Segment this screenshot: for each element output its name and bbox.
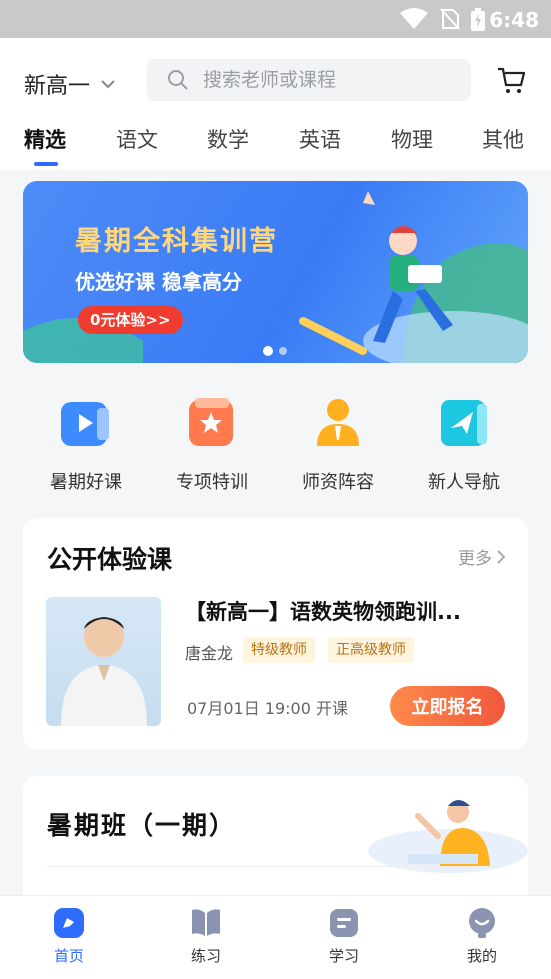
status-time: 6:48 [489,8,539,32]
grade-selector[interactable]: 新高一 [24,68,116,100]
tab-chinese[interactable]: 语文 [116,124,158,154]
tabbar-label: 学习 [328,947,359,965]
tab-english[interactable]: 英语 [299,124,341,154]
tab-active-indicator [34,162,58,166]
more-link[interactable]: 更多 [458,544,506,569]
subject-tabs: 精选 语文 数学 英语 物理 其他 [0,124,551,170]
quick-teachers[interactable]: 师资阵容 [275,390,401,494]
banner-dot[interactable] [279,347,287,355]
promo-banner[interactable]: 暑期全科集训营 优选好课 稳拿高分 0元体验>> [23,181,528,363]
tabbar-label: 我的 [466,947,497,965]
tabbar-home[interactable]: 首页 [19,906,119,966]
battery-charging-icon [471,8,485,31]
quick-label: 师资阵容 [302,472,374,493]
open-class-card: 公开体验课 更多 【新高一】语数英物领跑训... 唐金龙 特级教师 正高级教师 … [23,518,528,750]
signup-button[interactable]: 立即报名 [390,686,505,726]
teacher-name: 唐金龙 [185,644,234,663]
chevron-right-icon [497,549,506,564]
banner-subtitle: 优选好课 稳拿高分 [75,270,242,294]
quick-label: 暑期好课 [50,472,122,493]
teacher-photo[interactable] [46,597,161,726]
video-play-icon [61,402,109,446]
quick-special-training[interactable]: 专项特训 [149,390,275,494]
star-book-icon [189,398,233,446]
teacher-avatar [61,617,147,726]
quick-links: 暑期好课 专项特训 师资阵容 新人导航 [0,390,551,500]
search-icon [168,70,188,90]
teacher-icon [317,399,359,446]
tabbar-label: 练习 [190,947,221,965]
tab-math[interactable]: 数学 [207,124,249,154]
banner-title: 暑期全科集训营 [75,226,278,257]
search-input[interactable] [203,69,443,91]
header: 新高一 精选 语文 数学 英语 物理 其他 [0,38,551,170]
quick-label: 专项特训 [176,472,248,493]
quick-label: 新人导航 [428,472,500,493]
no-sim-icon [440,8,460,30]
badge-special-teacher: 特级教师 [243,637,315,663]
quick-summer-courses[interactable]: 暑期好课 [23,390,149,494]
cart-icon[interactable] [496,65,526,95]
course-schedule: 07月01日 19:00 开课 [187,699,349,718]
tabbar-me[interactable]: 我的 [432,906,532,966]
status-bar: 6:48 [0,0,551,38]
course-title[interactable]: 【新高一】语数英物领跑训... [185,596,461,626]
badge-senior-teacher: 正高级教师 [328,637,414,663]
more-label: 更多 [458,549,492,569]
chevron-down-icon [101,80,115,89]
quick-newcomer-guide[interactable]: 新人导航 [401,390,527,494]
tab-physics[interactable]: 物理 [391,124,433,154]
student-illustration [368,800,528,873]
tabbar-practice[interactable]: 练习 [156,906,256,966]
notes-icon [330,909,358,937]
book-icon [192,909,220,936]
grade-label: 新高一 [24,74,91,99]
wifi-icon [400,8,428,29]
banner-dot[interactable] [263,346,273,356]
profile-icon [469,908,495,938]
divider [47,866,504,867]
search-bar[interactable] [147,59,471,101]
tabbar-study[interactable]: 学习 [294,906,394,966]
navigation-icon [441,400,487,446]
home-icon [54,908,84,938]
bottom-tab-bar: 首页 练习 学习 我的 [0,895,551,979]
section-title: 公开体验课 [47,545,173,574]
section-title: 暑期班（一期） [47,811,237,840]
tab-featured[interactable]: 精选 [24,124,66,154]
banner-cta-button[interactable]: 0元体验>> [78,306,183,334]
tabbar-label: 首页 [53,947,84,965]
banner-pagination [263,346,287,356]
tab-other[interactable]: 其他 [482,124,524,154]
